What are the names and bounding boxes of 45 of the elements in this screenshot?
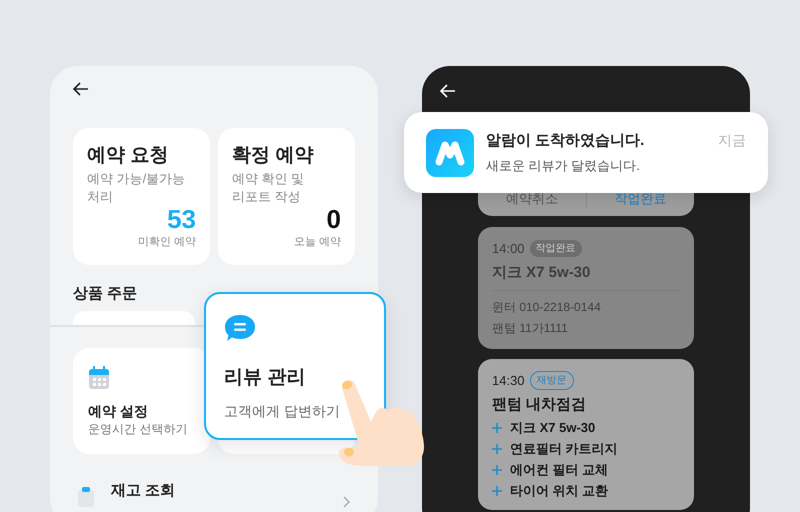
calendar-icon bbox=[88, 366, 110, 390]
booking-card[interactable]: 14:30 재방문 팬텀 내차점검 지크 X7 5w-30 연료필터 카트리지 에어컨 필터 교체 타이어 위치 교환 bbox=[478, 359, 694, 510]
plus-icon bbox=[492, 422, 502, 432]
card-title: 확정 예약 bbox=[232, 144, 314, 168]
count-label: 오늘 예약 bbox=[294, 235, 341, 250]
notification-body: 새로운 리뷰가 달렸습니다. bbox=[486, 157, 641, 175]
card-description: 예약 가능/불가능 처리 bbox=[87, 170, 186, 206]
menu-title: 예약 설정 bbox=[88, 402, 149, 420]
booking-time: 14:30 bbox=[492, 372, 525, 390]
popup-subtitle: 고객에게 답변하기 bbox=[224, 402, 341, 420]
popup-title: 리뷰 관리 bbox=[224, 366, 306, 390]
chat-bubble-icon bbox=[224, 314, 256, 344]
status-badge: 작업완료 bbox=[530, 240, 582, 258]
service-item: 연료필터 카트리지 bbox=[510, 440, 618, 458]
plus-icon bbox=[492, 464, 502, 474]
section-title: 상품 주문 bbox=[72, 285, 138, 303]
service-item: 에어컨 필터 교체 bbox=[510, 461, 608, 479]
service-item: 지크 X7 5w-30 bbox=[510, 419, 596, 437]
popup-card[interactable]: 리뷰 관리 고객에게 답변하기 bbox=[204, 292, 386, 440]
menu-subtitle: 운영시간 선택하기 bbox=[88, 421, 188, 438]
chevron-right-icon bbox=[342, 496, 350, 508]
booking-detail: 윈터 010-2218-0144 bbox=[492, 299, 602, 316]
stat-card[interactable]: 예약 요청 예약 가능/불가능 처리 53 미확인 예약 bbox=[73, 128, 210, 265]
menu-card[interactable]: 예약 설정 운영시간 선택하기 bbox=[73, 348, 210, 454]
booking-title: 지크 X7 5w-30 bbox=[492, 262, 592, 282]
booking-title: 팬텀 내차점검 bbox=[492, 394, 588, 414]
count-value: 53 bbox=[167, 204, 196, 234]
service-item: 타이어 위치 교환 bbox=[510, 482, 608, 500]
card-title: 예약 요청 bbox=[87, 144, 170, 168]
notification-title: 알람이 도착하였습니다. bbox=[486, 130, 644, 150]
back-icon[interactable] bbox=[72, 80, 90, 98]
clipboard-icon bbox=[78, 487, 94, 507]
back-icon[interactable] bbox=[439, 82, 457, 100]
plus-icon bbox=[492, 486, 502, 496]
plus-icon bbox=[492, 444, 502, 454]
notification-card[interactable]: 알람이 도착하였습니다. 새로운 리뷰가 달렸습니다. 지금 bbox=[404, 112, 768, 193]
card-description: 예약 확인 및 리포트 작성 bbox=[232, 170, 306, 206]
count-value: 0 bbox=[326, 204, 341, 234]
booking-detail: 팬텀 11가1111 bbox=[492, 320, 569, 337]
app-logo-icon bbox=[426, 128, 474, 176]
status-badge: 재방문 bbox=[530, 371, 574, 390]
booking-time: 14:00 bbox=[492, 240, 525, 258]
notification-time: 지금 bbox=[718, 131, 746, 150]
stat-card[interactable]: 확정 예약 예약 확인 및 리포트 작성 0 오늘 예약 bbox=[218, 128, 355, 265]
count-label: 미확인 예약 bbox=[138, 235, 196, 250]
